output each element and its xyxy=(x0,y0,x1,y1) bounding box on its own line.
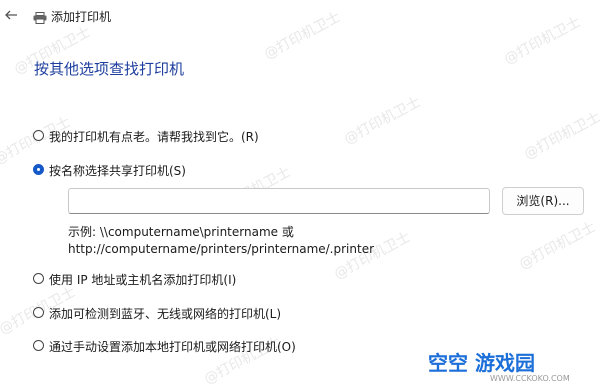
back-arrow-icon[interactable] xyxy=(4,8,18,22)
option-label: 按名称选择共享打印机(S) xyxy=(49,164,186,178)
example-text: 示例: \\computername\printername 或 http://… xyxy=(68,224,374,258)
watermark: @打印机卫士 xyxy=(516,219,599,273)
page-heading: 按其他选项查找打印机 xyxy=(34,60,185,78)
radio-button[interactable] xyxy=(33,130,44,141)
watermark: @打印机卫士 xyxy=(341,94,424,148)
radio-button[interactable] xyxy=(33,273,44,284)
option-label: 我的打印机有点老。请帮我找到它。(R) xyxy=(49,130,259,144)
watermark: @打印机卫士 xyxy=(521,109,600,163)
option-label: 添加可检测到蓝牙、无线或网络的打印机(L) xyxy=(49,307,282,321)
printer-icon xyxy=(33,9,47,24)
option-label: 通过手动设置添加本地打印机或网络打印机(O) xyxy=(49,340,296,354)
title-bar: 添加打印机 xyxy=(0,0,600,32)
example-line-2: http://computername/printers/printername… xyxy=(68,242,375,256)
window-title: 添加打印机 xyxy=(51,10,112,24)
radio-button-selected[interactable] xyxy=(33,164,44,175)
site-logo-url: WWW.CCKOKO.COM xyxy=(490,374,570,383)
option-label: 使用 IP 地址或主机名添加打印机(I) xyxy=(49,273,237,287)
browse-button[interactable]: 浏览(R)... xyxy=(502,187,584,215)
radio-button[interactable] xyxy=(33,307,44,318)
radio-button[interactable] xyxy=(33,340,44,351)
example-line-1: 示例: \\computername\printername 或 xyxy=(68,225,294,239)
shared-printer-name-input[interactable] xyxy=(68,188,490,214)
site-logo: 空空 游戏园 xyxy=(428,351,535,375)
